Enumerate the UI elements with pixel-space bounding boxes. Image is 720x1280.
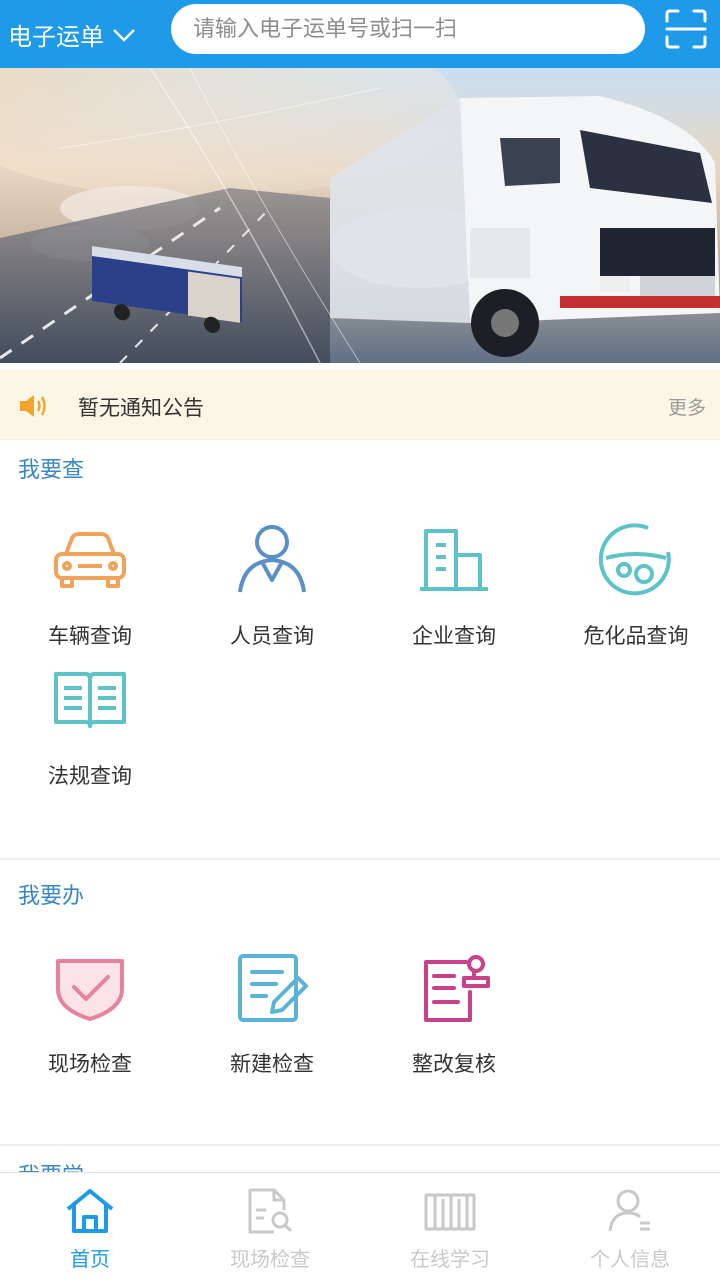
section-title-learn-peek: 我要学 xyxy=(18,1158,84,1172)
shield-check-icon xyxy=(50,948,130,1028)
chevron-down-icon xyxy=(112,20,136,48)
car-icon xyxy=(50,520,130,600)
search-input[interactable] xyxy=(193,16,645,42)
edit-doc-icon xyxy=(232,948,312,1028)
type-selector-label: 电子运单 xyxy=(8,22,104,51)
person-icon xyxy=(232,520,312,600)
bottom-tab-bar: 首页 现场检查 在线学习 个人信息 xyxy=(0,1172,720,1280)
tab-label: 在线学习 xyxy=(410,1247,490,1271)
search-box[interactable] xyxy=(171,4,645,54)
grid-item-vehicle-query[interactable]: 车辆查询 xyxy=(0,520,180,650)
grid-item-label: 新建检查 xyxy=(230,1052,314,1076)
tab-label: 个人信息 xyxy=(590,1247,670,1271)
grid-item-onsite-inspection[interactable]: 现场检查 xyxy=(0,948,180,1078)
section-divider xyxy=(0,1144,720,1146)
top-bar: 电子运单 xyxy=(0,0,720,68)
grid-item-label: 法规查询 xyxy=(48,764,132,788)
section-title-handle: 我要办 xyxy=(18,884,85,909)
tab-personal-info[interactable]: 个人信息 xyxy=(540,1173,720,1280)
grid-item-label: 现场检查 xyxy=(48,1052,132,1076)
tab-home[interactable]: 首页 xyxy=(0,1173,180,1280)
grid-item-label: 人员查询 xyxy=(230,624,314,648)
user-icon xyxy=(602,1185,658,1237)
doc-search-icon xyxy=(242,1185,298,1237)
tab-label: 现场检查 xyxy=(230,1247,310,1271)
notice-text: 暂无通知公告 xyxy=(78,396,204,420)
tab-online-learning[interactable]: 在线学习 xyxy=(360,1173,540,1280)
grid-item-label: 整改复核 xyxy=(412,1052,496,1076)
grid-item-label: 车辆查询 xyxy=(48,624,132,648)
doc-stamp-icon xyxy=(414,948,494,1028)
speaker-icon xyxy=(18,392,50,424)
scan-button[interactable] xyxy=(660,6,712,52)
grid-item-label: 企业查询 xyxy=(412,624,496,648)
grid-item-rectification-review[interactable]: 整改复核 xyxy=(364,948,544,1078)
grid-item-new-inspection[interactable]: 新建检查 xyxy=(182,948,362,1078)
section-divider xyxy=(0,858,720,860)
banner-image[interactable] xyxy=(0,68,720,363)
building-icon xyxy=(414,520,494,600)
grid-item-person-query[interactable]: 人员查询 xyxy=(182,520,362,650)
grid-item-enterprise-query[interactable]: 企业查询 xyxy=(364,520,544,650)
grid-item-regulation-query[interactable]: 法规查询 xyxy=(0,660,180,790)
hazmat-icon xyxy=(596,520,676,600)
tab-label: 首页 xyxy=(70,1247,110,1271)
book-icon xyxy=(50,660,130,740)
home-icon xyxy=(62,1185,118,1237)
bookshelf-icon xyxy=(422,1185,478,1237)
tab-onsite-inspection[interactable]: 现场检查 xyxy=(180,1173,360,1280)
grid-item-label: 危化品查询 xyxy=(583,624,689,648)
notice-more-link[interactable]: 更多 xyxy=(668,393,706,420)
scan-frame-icon xyxy=(665,9,707,49)
grid-item-hazmat-query[interactable]: 危化品查询 xyxy=(546,520,720,650)
waybill-type-selector[interactable]: 电子运单 xyxy=(0,0,170,68)
notice-bar[interactable]: 暂无通知公告 更多 xyxy=(0,370,720,440)
section-title-query: 我要查 xyxy=(18,458,85,483)
